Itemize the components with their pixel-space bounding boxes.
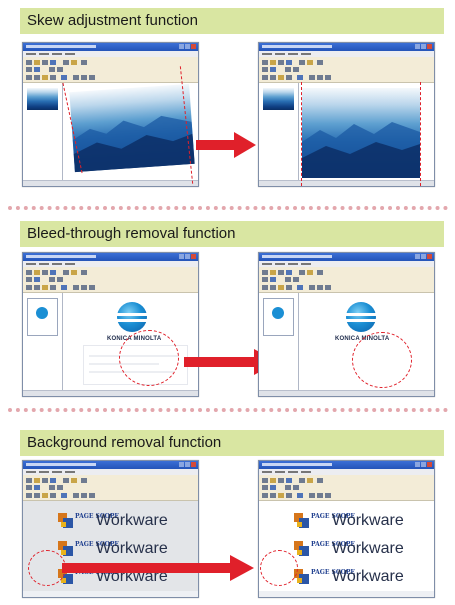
thumbnail-panel [259,83,299,180]
thumbnail-panel [259,293,299,390]
window-toolbar [23,475,198,501]
window-statusbar [259,180,434,186]
skewed-mountain-image [69,83,195,173]
window-toolbar [259,57,434,83]
section-title-skew: Skew adjustment function [20,8,444,34]
thumbnail-panel [23,83,63,180]
section-divider [8,206,448,210]
window-titlebar [259,461,434,469]
pagescope-workware-icon [58,513,74,529]
workware-brand-text: Workware [332,540,404,557]
thumbnail-image [27,88,58,110]
highlight-circle [119,330,179,386]
pagescope-workware-icon [294,513,310,529]
section-title-background-removal: Background removal function [20,430,444,456]
window-toolbar [23,267,198,293]
window-titlebar [23,253,198,261]
window-toolbar [259,475,434,501]
workware-brand-text: Workware [332,568,404,585]
window-statusbar [23,180,198,186]
window-titlebar [23,461,198,469]
corrected-guide-right [420,82,421,186]
window-titlebar [23,43,198,51]
highlight-circle [260,550,298,586]
highlight-circle [28,550,66,586]
konica-minolta-logo-icon [117,302,147,332]
workware-brand-text: Workware [96,512,168,529]
workware-sub-label: PAGE SCOPE [75,541,119,548]
corrected-mountain-image [302,88,420,178]
section-title-bleed-through: Bleed-through removal function [20,221,444,247]
arrow-right-icon [62,555,254,581]
window-titlebar [259,43,434,51]
window-titlebar [259,253,434,261]
workware-brand-text: Workware [332,512,404,529]
section-divider [8,408,448,412]
pagescope-workware-icon [294,541,310,557]
window-statusbar [259,390,434,396]
window-toolbar [259,267,434,293]
thumbnail-image [263,88,294,110]
konica-minolta-logo-icon [346,302,376,332]
workware-sub-label: PAGE SCOPE [311,569,355,576]
arrow-right-icon [196,132,256,158]
thumbnail-panel [23,293,63,390]
workware-sub-label: PAGE SCOPE [311,513,355,520]
workware-sub-label: PAGE SCOPE [75,513,119,520]
highlight-circle [352,332,412,388]
corrected-guide-left [301,82,302,186]
window-statusbar [23,390,198,396]
bleed-after-window [258,252,435,397]
window-toolbar [23,57,198,83]
workware-sub-label: PAGE SCOPE [311,541,355,548]
